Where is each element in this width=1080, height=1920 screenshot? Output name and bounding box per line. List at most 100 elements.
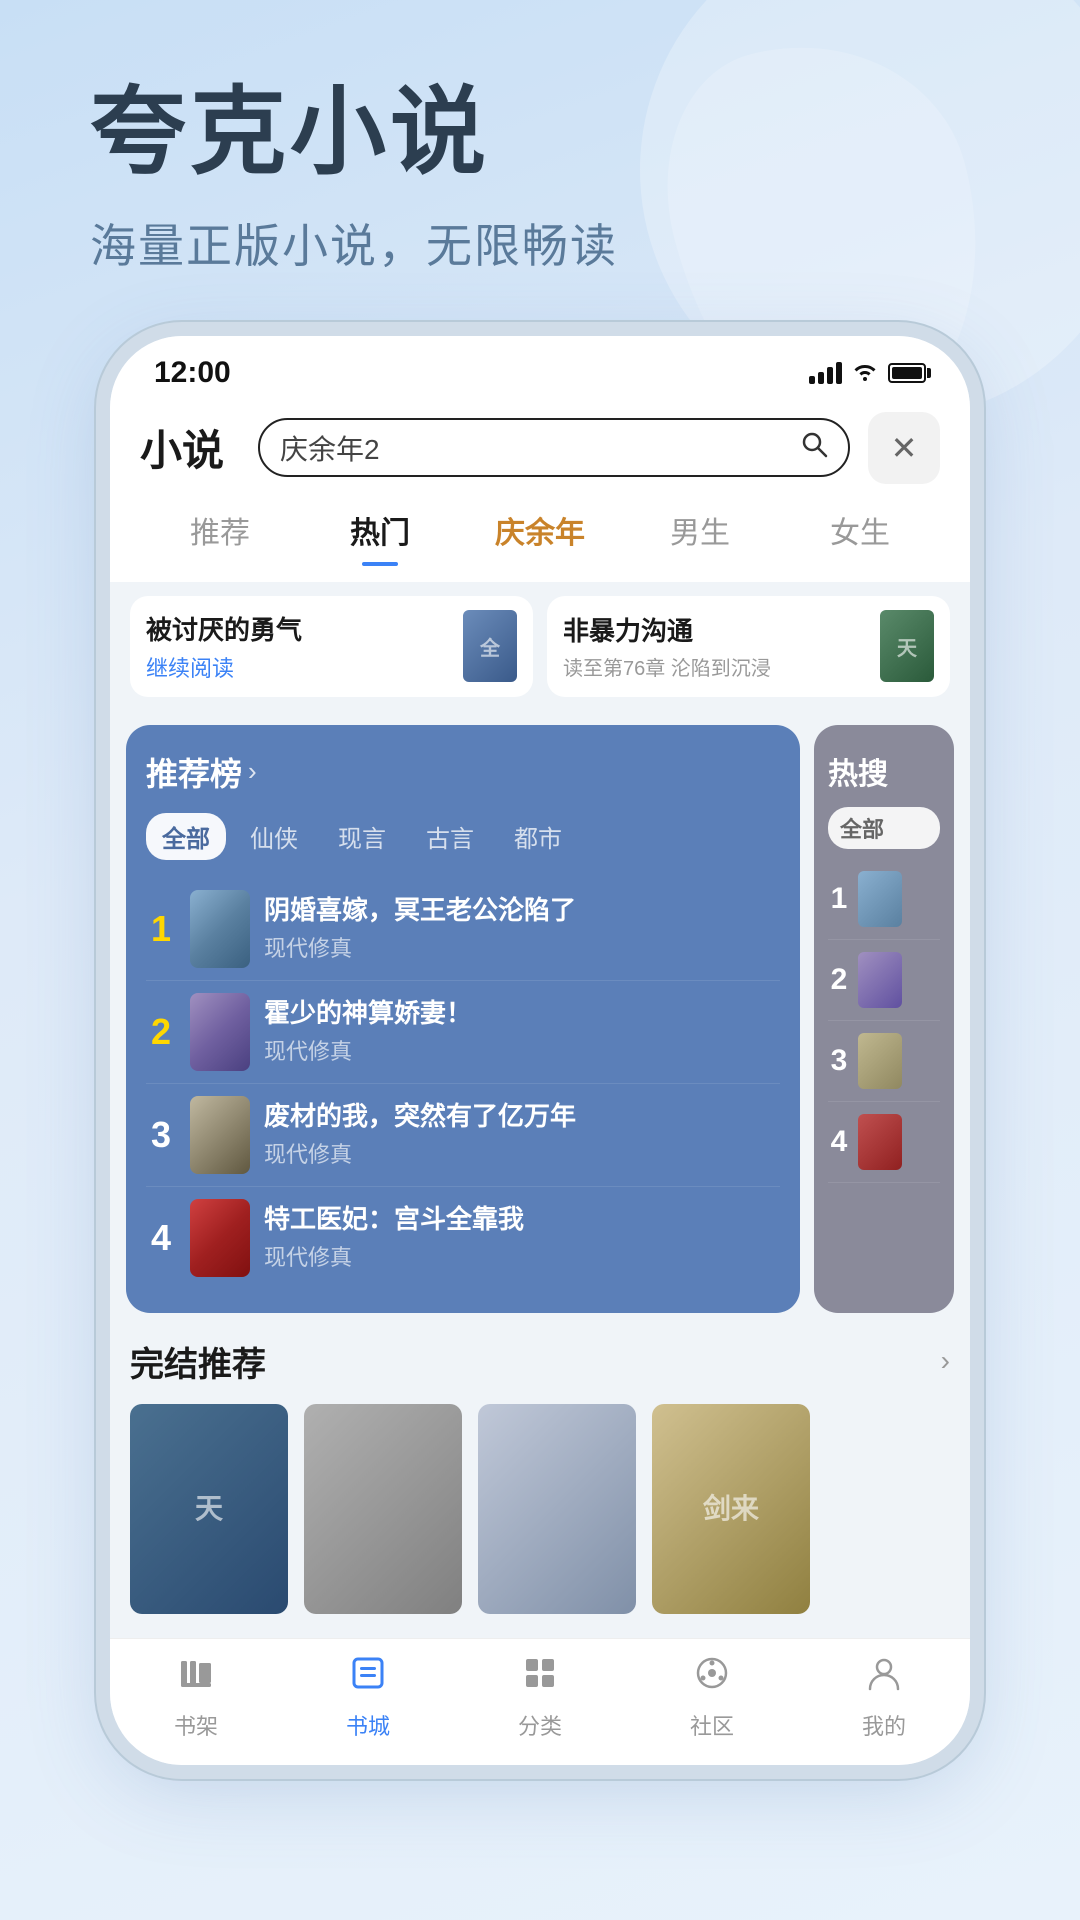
recommend-panel: 推荐榜 › 全部 仙侠 现言 古言 都市 1 阴婚喜嫁，冥王老公沦陷了 现代修真: [126, 725, 800, 1313]
rank-3: 3: [146, 1114, 176, 1156]
bookstore-icon: [348, 1653, 388, 1703]
filter-all[interactable]: 全部: [146, 813, 226, 860]
nav-tabs: 推荐 热门 庆余年 男生 女生: [110, 498, 970, 582]
completed-arrow[interactable]: ›: [941, 1345, 950, 1377]
rank-1: 1: [146, 908, 176, 950]
completed-book-3[interactable]: [478, 1404, 636, 1622]
tab-special[interactable]: 庆余年: [460, 498, 620, 562]
main-content: 推荐榜 › 全部 仙侠 现言 古言 都市 1 阴婚喜嫁，冥王老公沦陷了 现代修真: [110, 711, 970, 1313]
recent-info-1: 被讨厌的勇气 继续阅读: [146, 610, 451, 683]
book-info-2: 霍少的神算娇妻！ 现代修真: [264, 997, 780, 1067]
nav-bookshelf[interactable]: 书架: [174, 1653, 218, 1741]
rank-2: 2: [146, 1011, 176, 1053]
search-input[interactable]: [280, 432, 790, 464]
filter-guyan[interactable]: 古言: [410, 813, 490, 860]
book-item-1[interactable]: 1 阴婚喜嫁，冥王老公沦陷了 现代修真: [146, 878, 780, 981]
recommend-filters: 全部 仙侠 现言 古言 都市: [146, 813, 780, 860]
hotsearch-panel: 热搜 全部 1 2 3 4: [814, 725, 954, 1313]
search-icon[interactable]: [800, 430, 828, 465]
recent-action-2: 读至第76章 沦陷到沉浸: [563, 652, 868, 681]
community-icon: [692, 1653, 732, 1703]
book-genre-2: 现代修真: [264, 1034, 780, 1066]
nav-profile[interactable]: 我的: [862, 1653, 906, 1741]
status-time: 12:00: [154, 356, 231, 390]
status-icons: [809, 359, 926, 387]
app-header: 小说 ✕: [110, 398, 970, 498]
hs-cover-1: [858, 871, 902, 927]
hs-item-3[interactable]: 3: [828, 1021, 940, 1102]
hs-item-1[interactable]: 1: [828, 859, 940, 940]
hs-item-2[interactable]: 2: [828, 940, 940, 1021]
book-title-4: 特工医妃：宫斗全靠我: [264, 1203, 780, 1237]
app-subtitle: 海量正版小说，无限畅读: [90, 210, 1020, 276]
book-info-1: 阴婚喜嫁，冥王老公沦陷了 现代修真: [264, 894, 780, 964]
nav-category-label: 分类: [518, 1709, 562, 1741]
hotsearch-title: 热搜: [828, 749, 940, 793]
completed-cover-1: 天: [130, 1404, 288, 1614]
book-title-3: 废材的我，突然有了亿万年: [264, 1100, 780, 1134]
app-title: 夸克小说: [90, 80, 1020, 186]
app-logo: 小说: [140, 417, 240, 478]
recent-card-2[interactable]: 非暴力沟通 读至第76章 沦陷到沉浸 天: [547, 596, 950, 697]
tab-female[interactable]: 女生: [780, 498, 940, 562]
book-info-4: 特工医妃：宫斗全靠我 现代修真: [264, 1203, 780, 1273]
hs-rank-2: 2: [828, 963, 850, 997]
filter-xiandai[interactable]: 现言: [322, 813, 402, 860]
signal-icon: [809, 362, 842, 384]
book-item-3[interactable]: 3 废材的我，突然有了亿万年 现代修真: [146, 1084, 780, 1187]
recommend-header: 推荐榜 ›: [146, 749, 780, 795]
tab-recommend[interactable]: 推荐: [140, 498, 300, 562]
completed-cover-4: 剑来: [652, 1404, 810, 1614]
filter-dushi[interactable]: 都市: [498, 813, 578, 860]
book-cover-4: [190, 1199, 250, 1277]
book-genre-4: 现代修真: [264, 1240, 780, 1272]
book-cover-2: [190, 993, 250, 1071]
book-genre-1: 现代修真: [264, 931, 780, 963]
nav-community-label: 社区: [690, 1709, 734, 1741]
recommend-arrow[interactable]: ›: [248, 756, 257, 787]
recent-action-1: 继续阅读: [146, 651, 451, 683]
recent-title-1: 被讨厌的勇气: [146, 610, 451, 647]
book-item-2[interactable]: 2 霍少的神算娇妻！ 现代修真: [146, 981, 780, 1084]
phone-mockup: 12:00 小说 ✕ 推荐 热门 庆余年 男生 女生: [110, 336, 970, 1765]
hs-cover-4: [858, 1114, 902, 1170]
hs-rank-3: 3: [828, 1044, 850, 1078]
bookshelf-icon: [176, 1653, 216, 1703]
recent-title-2: 非暴力沟通: [563, 611, 868, 648]
bottom-nav: 书架 书城 分类 社区 我的: [110, 1638, 970, 1765]
nav-community[interactable]: 社区: [690, 1653, 734, 1741]
nav-bookstore[interactable]: 书城: [346, 1653, 390, 1741]
book-title-2: 霍少的神算娇妻！: [264, 997, 780, 1031]
nav-bookstore-label: 书城: [346, 1709, 390, 1741]
hs-filter-all[interactable]: 全部: [828, 807, 940, 849]
nav-profile-label: 我的: [862, 1709, 906, 1741]
completed-section: 完结推荐 › 天 剑来: [110, 1313, 970, 1638]
completed-title: 完结推荐: [130, 1337, 266, 1386]
recent-card-1[interactable]: 被讨厌的勇气 继续阅读 全: [130, 596, 533, 697]
hs-cover-2: [858, 952, 902, 1008]
status-bar: 12:00: [110, 336, 970, 398]
book-genre-3: 现代修真: [264, 1137, 780, 1169]
recent-thumb-2: 天: [880, 610, 934, 682]
rank-4: 4: [146, 1217, 176, 1259]
hs-item-4[interactable]: 4: [828, 1102, 940, 1183]
close-button[interactable]: ✕: [868, 412, 940, 484]
filter-xianxia[interactable]: 仙侠: [234, 813, 314, 860]
book-item-4[interactable]: 4 特工医妃：宫斗全靠我 现代修真: [146, 1187, 780, 1289]
wifi-icon: [852, 359, 878, 387]
recent-info-2: 非暴力沟通 读至第76章 沦陷到沉浸: [563, 611, 868, 681]
category-icon: [520, 1653, 560, 1703]
completed-book-1[interactable]: 天: [130, 1404, 288, 1622]
completed-header: 完结推荐 ›: [130, 1337, 950, 1386]
tab-hot[interactable]: 热门: [300, 498, 460, 562]
completed-book-4[interactable]: 剑来: [652, 1404, 810, 1622]
nav-category[interactable]: 分类: [518, 1653, 562, 1741]
recent-reads: 被讨厌的勇气 继续阅读 全 非暴力沟通 读至第76章 沦陷到沉浸 天: [110, 582, 970, 711]
top-branding: 夸克小说 海量正版小说，无限畅读: [0, 0, 1080, 316]
recommend-title: 推荐榜: [146, 749, 242, 795]
completed-books: 天 剑来: [130, 1404, 950, 1622]
search-bar[interactable]: [258, 418, 850, 477]
completed-book-2[interactable]: [304, 1404, 462, 1622]
tab-male[interactable]: 男生: [620, 498, 780, 562]
hs-cover-3: [858, 1033, 902, 1089]
